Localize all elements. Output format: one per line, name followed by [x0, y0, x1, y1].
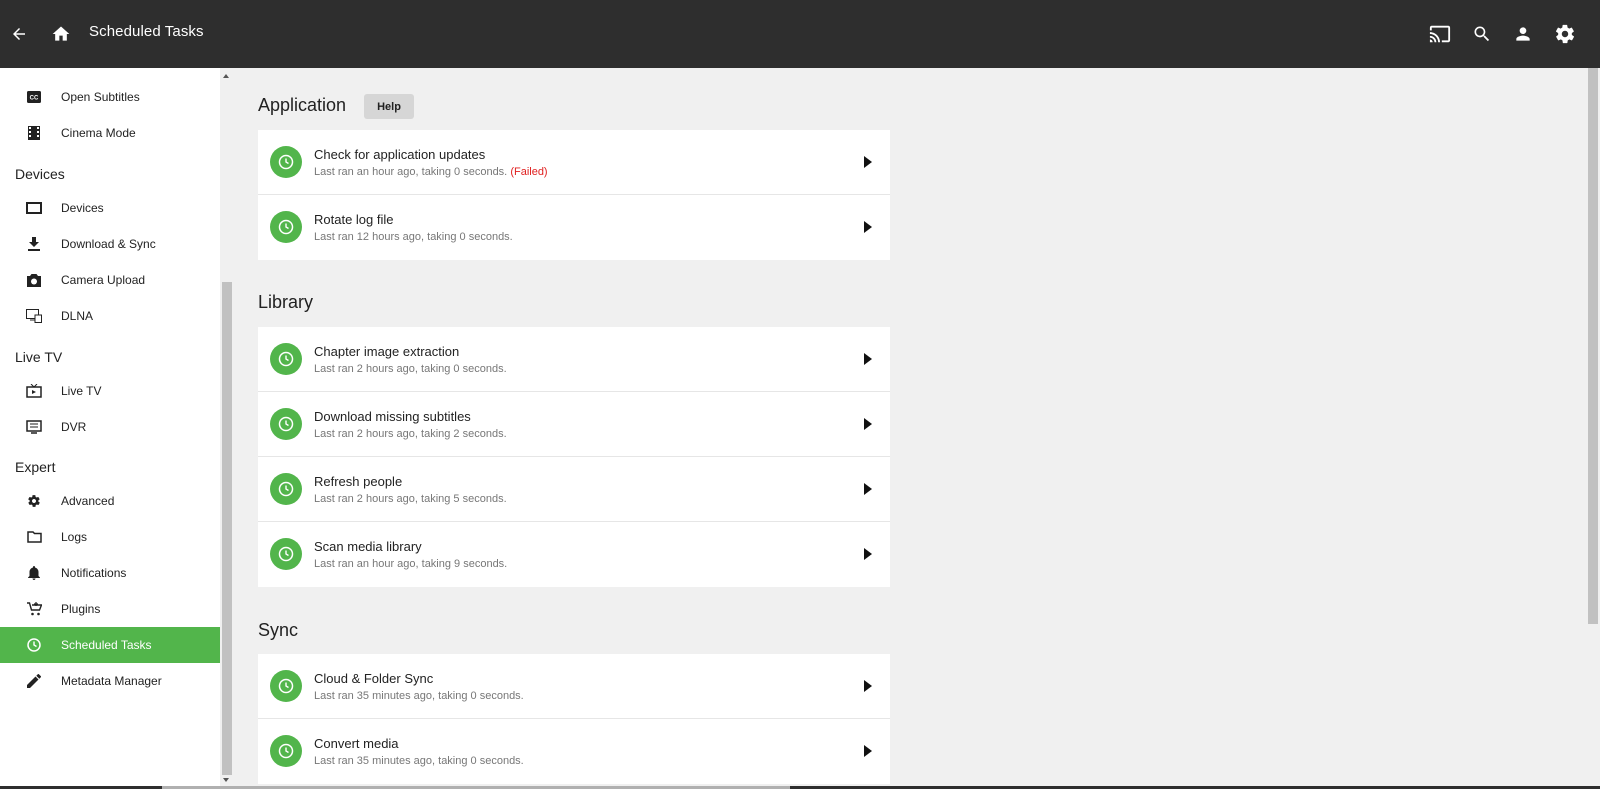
tablet-icon — [26, 200, 42, 216]
play-icon[interactable] — [864, 156, 872, 168]
play-icon[interactable] — [864, 221, 872, 233]
task-name: Check for application updates — [314, 147, 486, 162]
scroll-down-arrow-icon[interactable] — [223, 778, 229, 782]
play-icon[interactable] — [864, 548, 872, 560]
group-title-application: Application — [258, 95, 347, 115]
group-title-sync: Sync — [258, 620, 299, 640]
play-icon[interactable] — [864, 353, 872, 365]
sidebar-item-notifications[interactable]: Notifications — [0, 555, 220, 591]
task-row[interactable]: Refresh people Last ran 2 hours ago, tak… — [258, 457, 890, 522]
sidebar-item-advanced[interactable]: Advanced — [0, 483, 220, 519]
task-description: Last ran an hour ago, taking 0 seconds. … — [314, 166, 548, 178]
task-row[interactable]: Cloud & Folder Sync Last ran 35 minutes … — [258, 654, 890, 719]
clock-icon — [270, 343, 302, 375]
cart-icon — [26, 601, 42, 617]
task-description: Last ran 12 hours ago, taking 0 seconds. — [314, 231, 513, 243]
task-name: Download missing subtitles — [314, 409, 471, 424]
section-title-live-tv: Live TV — [15, 349, 63, 365]
bell-icon — [26, 565, 42, 581]
cast-icon[interactable] — [1423, 17, 1457, 51]
section-title-expert: Expert — [15, 459, 56, 475]
download-icon — [26, 236, 42, 252]
task-name: Cloud & Folder Sync — [314, 671, 434, 686]
sidebar-item-open-subtitles[interactable]: CC Open Subtitles — [0, 79, 220, 115]
task-name: Refresh people — [314, 474, 403, 489]
clock-icon — [270, 735, 302, 767]
gear-icon — [26, 493, 42, 509]
sidebar-item-download-sync[interactable]: Download & Sync — [0, 226, 220, 262]
clock-icon — [26, 637, 42, 653]
play-icon[interactable] — [864, 418, 872, 430]
task-name: Chapter image extraction — [314, 344, 460, 359]
home-icon[interactable] — [44, 17, 78, 51]
sidebar-item-metadata-manager[interactable]: Metadata Manager — [0, 663, 220, 699]
film-icon — [26, 125, 42, 141]
clock-icon — [270, 473, 302, 505]
svg-text:CC: CC — [30, 96, 39, 102]
page-title: Scheduled Tasks — [89, 23, 204, 40]
clock-icon — [270, 211, 302, 243]
task-list-library: Chapter image extraction Last ran 2 hour… — [258, 327, 890, 587]
clock-icon — [270, 408, 302, 440]
clock-icon — [270, 538, 302, 570]
task-name: Convert media — [314, 736, 399, 751]
search-icon[interactable] — [1465, 17, 1499, 51]
task-row[interactable]: Rotate log file Last ran 12 hours ago, t… — [258, 195, 890, 260]
task-row[interactable]: Chapter image extraction Last ran 2 hour… — [258, 327, 890, 392]
task-row[interactable]: Check for application updates Last ran a… — [258, 130, 890, 195]
pencil-icon — [26, 673, 42, 689]
sidebar-item-dlna[interactable]: DLNA — [0, 298, 220, 334]
task-list-application: Check for application updates Last ran a… — [258, 130, 890, 260]
dvr-icon — [26, 419, 42, 435]
play-icon[interactable] — [864, 745, 872, 757]
clock-icon — [270, 670, 302, 702]
task-description: Last ran 35 minutes ago, taking 0 second… — [314, 755, 524, 767]
task-name: Rotate log file — [314, 212, 394, 227]
scroll-up-arrow-icon[interactable] — [223, 74, 229, 78]
task-description: Last ran 35 minutes ago, taking 0 second… — [314, 690, 524, 702]
clock-icon — [270, 146, 302, 178]
page-scrollbar-thumb[interactable] — [1588, 68, 1598, 624]
help-button[interactable]: Help — [364, 94, 414, 119]
sidebar-item-devices[interactable]: Devices — [0, 190, 220, 226]
sidebar-item-scheduled-tasks[interactable]: Scheduled Tasks — [0, 627, 220, 663]
sidebar-scrollbar-thumb[interactable] — [222, 282, 232, 775]
sidebar-item-logs[interactable]: Logs — [0, 519, 220, 555]
play-icon[interactable] — [864, 680, 872, 692]
task-row[interactable]: Download missing subtitles Last ran 2 ho… — [258, 392, 890, 457]
section-title-devices: Devices — [15, 166, 65, 182]
play-icon[interactable] — [864, 483, 872, 495]
task-description: Last ran 2 hours ago, taking 5 seconds. — [314, 493, 507, 505]
task-name: Scan media library — [314, 539, 422, 554]
user-icon[interactable] — [1506, 17, 1540, 51]
task-description: Last ran 2 hours ago, taking 2 seconds. — [314, 428, 507, 440]
group-title-library: Library — [258, 292, 314, 312]
task-list-sync: Cloud & Folder Sync Last ran 35 minutes … — [258, 654, 890, 784]
task-description: Last ran an hour ago, taking 9 seconds. — [314, 558, 508, 570]
sidebar-item-camera-upload[interactable]: Camera Upload — [0, 262, 220, 298]
back-arrow-icon[interactable] — [2, 17, 36, 51]
camera-icon — [26, 272, 42, 288]
closed-captions-icon: CC — [26, 89, 42, 105]
dlna-icon — [26, 308, 42, 324]
sidebar-item-cinema-mode[interactable]: Cinema Mode — [0, 115, 220, 151]
folder-icon — [26, 529, 42, 545]
live-tv-icon — [26, 383, 42, 399]
task-row[interactable]: Convert media Last ran 35 minutes ago, t… — [258, 719, 890, 784]
task-description: Last ran 2 hours ago, taking 0 seconds. — [314, 363, 507, 375]
app-header: Scheduled Tasks — [0, 0, 1600, 68]
sidebar-item-live-tv[interactable]: Live TV — [0, 373, 220, 409]
settings-icon[interactable] — [1548, 17, 1582, 51]
sidebar-item-plugins[interactable]: Plugins — [0, 591, 220, 627]
sidebar: CC Open Subtitles Cinema Mode Devices De… — [0, 68, 220, 789]
task-failed-status: (Failed) — [510, 166, 548, 178]
task-row[interactable]: Scan media library Last ran an hour ago,… — [258, 522, 890, 587]
sidebar-item-dvr[interactable]: DVR — [0, 409, 220, 445]
